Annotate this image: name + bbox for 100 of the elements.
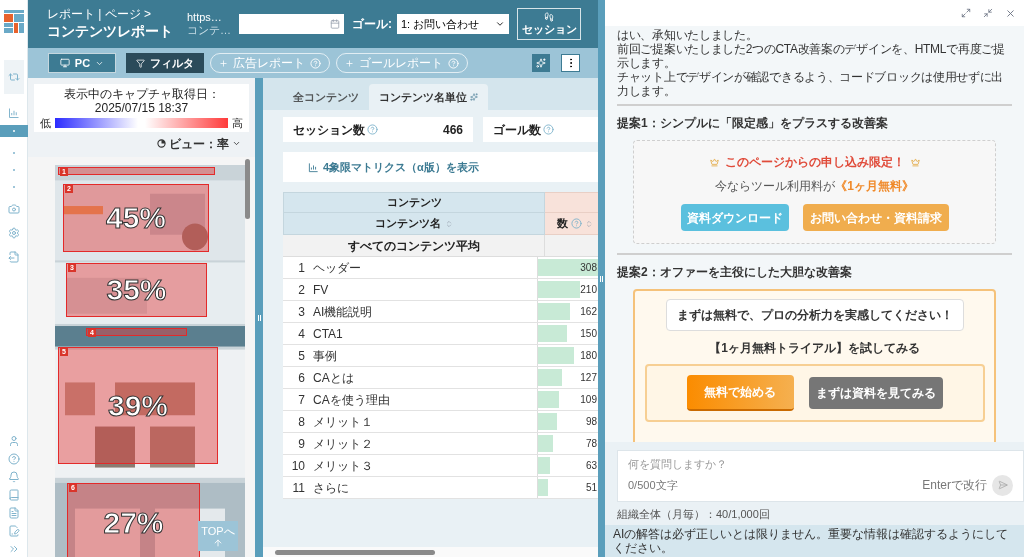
bell-icon[interactable] [7,471,20,483]
column-header[interactable]: 数 [545,213,598,235]
row-number: 4 [297,325,305,343]
edit-icon[interactable] [7,525,20,537]
page-url: https… [187,11,223,24]
char-counter: 0/500文字 [628,477,678,493]
goal-select[interactable]: 1: お問い合わせ [397,14,509,34]
sort-icon [445,219,453,228]
device-select[interactable]: PC [48,53,116,73]
dropdown-icon [495,19,505,29]
chart-icon[interactable] [308,161,319,173]
metric-label: セッション数 [293,121,365,139]
value-text: 51 [585,481,598,495]
help-icon[interactable] [571,218,582,229]
row-number: 6 [297,369,305,387]
close-icon[interactable] [1005,7,1016,19]
proposal-heading: 提案1：シンプルに「限定感」をプラスする改善案 [617,115,889,132]
table-group-header: コンテンツ [283,192,545,213]
value-text: 63 [585,459,598,473]
more-button[interactable] [561,54,580,72]
help-icon[interactable] [367,124,378,135]
send-button[interactable] [992,474,1013,496]
average-row-label: すべてのコンテンツ平均 [283,235,545,256]
export-icon[interactable] [7,251,20,263]
chart-icon[interactable] [7,107,20,119]
expand-icon[interactable] [961,8,971,18]
trial-subtitle: 【1ヶ月無料トライアル】を試してみる [709,340,920,357]
nav-item-selected[interactable] [0,125,28,137]
session-button[interactable]: セッション [517,8,581,40]
monitor-icon [59,58,70,68]
view-select[interactable]: ビュー：率 [169,134,229,153]
pie-icon [157,139,166,148]
content-name: 事例 [313,347,337,365]
content-name: メリット２ [313,435,373,453]
tab[interactable]: 全コンテンツ [283,84,369,110]
filter-button[interactable]: フィルタ [126,53,204,73]
expand-icon[interactable] [7,543,20,555]
value-text: 308 [580,261,598,275]
ai-button[interactable] [532,54,550,72]
value-text: 78 [585,437,598,451]
sort-icon [585,219,593,228]
sparkle-icon [470,93,478,101]
column-header[interactable]: コンテンツ名 [283,213,545,235]
settings-icon[interactable] [7,227,20,239]
content-name: CAとは [313,369,354,387]
help-icon[interactable] [7,453,20,465]
sync-icon[interactable] [7,71,20,83]
tab[interactable]: コンテンツ名単位 [369,84,488,110]
breadcrumb[interactable]: レポート | ページ > [47,7,187,21]
crown-icon [910,157,920,167]
sparkle-icon [536,58,546,68]
disclaimer-bar: AIの解答は必ず正しいとは限りません。重要な情報は確認するようにしてください。 [605,525,1024,557]
arrow-up-icon [213,537,223,548]
logo-icon [3,10,24,34]
camera-icon[interactable] [7,203,20,215]
content-name: メリット１ [313,413,373,431]
value-text: 98 [585,415,598,429]
row-number: 10 [290,457,305,475]
content-name: ヘッダー [313,259,361,277]
send-icon [997,480,1008,490]
document-icon[interactable] [7,507,20,519]
plus-icon [345,58,354,68]
caret-icon [232,139,241,148]
metric-label: ゴール数 [493,121,541,139]
value-text: 109 [580,393,598,407]
offer-text: 今ならツール利用料が《1ヶ月無料》 [715,178,914,195]
content-name: メリット３ [313,457,373,475]
filter-icon [136,58,145,68]
section-rate: 39% [107,390,168,421]
user-icon[interactable] [7,435,20,447]
plus-icon [219,58,228,68]
proposal-heading: 提案2：オファーを主役にした大胆な改善案 [617,264,853,281]
enter-hint: Enterで改行 [922,477,987,494]
horizontal-scrollbar[interactable] [263,547,598,557]
chat-message: チャット上でデザインが確認できるよう、コードブロックは使用せずに出力します。 [617,70,1005,98]
value-text: 210 [580,283,598,297]
content-name: CAを使う理由 [313,391,390,409]
question-input[interactable]: 何を質問しますか？ 0/500文字 Enterで改行 [617,449,1024,502]
section-rate: 45% [105,203,166,233]
row-number: 5 [297,347,305,365]
row-number: 7 [297,391,305,409]
content-name: CTA1 [313,325,343,343]
value-text: 150 [580,327,598,341]
content-name: FV [313,281,329,299]
section-rate: 35% [106,275,167,305]
collapse-icon[interactable] [983,8,993,18]
value-text: 127 [580,371,598,385]
date-range-field[interactable] [239,14,344,34]
chat-message: はい、承知いたしました。 [617,28,759,42]
capture-date: 表示中のキャプチャ取得日：2025/07/15 18:37 [62,87,221,115]
table-header-cell [545,192,598,213]
view-docs-button[interactable]: まずは資料を見てみる [808,377,943,409]
page-title: コンテンツレポート [47,22,174,41]
page-url-subtitle: コンテ… [187,24,232,37]
row-number: 11 [291,479,305,497]
book-icon[interactable] [7,489,20,501]
help-icon[interactable] [543,124,554,135]
scrollbar[interactable] [245,159,250,219]
chat-message: 前回ご提案いたしました2つのCTA改善案のデザインを、HTMLで再度ご提示します。 [617,42,1006,70]
content-name: AI機能説明 [313,303,373,321]
